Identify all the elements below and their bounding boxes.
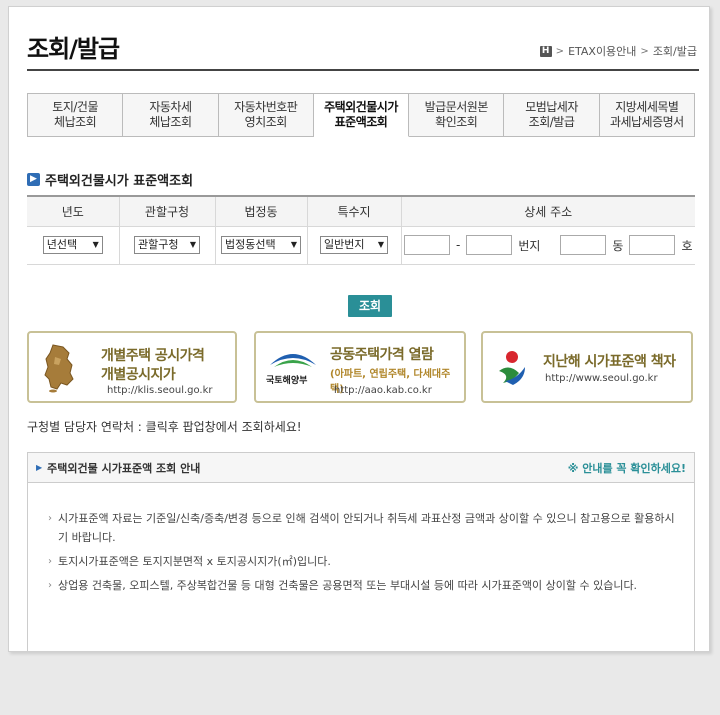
banner-apartment-price[interactable]: 국토해양부 공동주택가격 열람 (아파트, 연립주택, 다세대주택) http:… — [254, 331, 466, 403]
page-title: 조회/발급 — [27, 35, 120, 63]
bullet-icon: › — [48, 580, 52, 591]
chevron-down-icon: ▼ — [189, 240, 196, 249]
tab-land-building-arrears[interactable]: 토지/건물 체납조회 — [28, 93, 124, 137]
banner-2-url: http://aao.kab.co.kr — [334, 385, 432, 396]
chevron-right-icon: > — [555, 45, 565, 57]
chevron-down-icon: ▼ — [290, 240, 297, 249]
tab-model-taxpayer[interactable]: 모범납세자 조회/발급 — [504, 93, 600, 137]
banner-standard-value-book[interactable]: 지난해 시가표준액 책자 http://www.seoul.go.kr — [481, 331, 693, 403]
dash-label: - — [455, 238, 461, 252]
bullet-icon: › — [48, 556, 52, 567]
home-icon[interactable]: H — [539, 45, 552, 57]
search-button[interactable]: 조회 — [348, 295, 392, 317]
chevron-down-icon: ▼ — [92, 240, 99, 249]
info-header: ▶ 주택외건물 시가표준액 조회 안내 ※ 안내를 꼭 확인하세요! — [28, 453, 694, 483]
special-lot-select[interactable]: 일반번지 ▼ — [320, 236, 388, 254]
tab-building-standard-value[interactable]: 주택외건물시가 표준액조회 — [313, 93, 410, 137]
ministry-logo-icon — [270, 354, 316, 367]
info-list: › 시가표준액 자료는 기준일/신축/증축/변경 등으로 인해 검색이 안되거나 … — [28, 483, 694, 595]
breadcrumb-current: 조회/발급 — [652, 45, 697, 58]
tab-license-plate-seizure[interactable]: 자동차번호판 영치조회 — [218, 93, 314, 137]
info-box: ▶ 주택외건물 시가표준액 조회 안내 ※ 안내를 꼭 확인하세요! › 시가표준… — [27, 452, 695, 651]
district-select[interactable]: 관할구청 ▼ — [134, 236, 200, 254]
bunji-main-input[interactable] — [403, 235, 450, 255]
contact-link[interactable]: 구청별 담당자 연락처 : 클릭후 팝업창에서 조회하세요! — [27, 418, 302, 435]
dong-input[interactable] — [560, 235, 607, 255]
page-frame: 조회/발급 H > ETAX이용안내 > 조회/발급 토지/건물 체납조회 자동… — [8, 6, 710, 652]
info-title-text: 주택외건물 시가표준액 조회 안내 — [47, 461, 201, 475]
info-notice: ※ 안내를 꼭 확인하세요! — [567, 461, 686, 475]
breadcrumb-etax-guide[interactable]: ETAX이용안내 — [568, 43, 636, 59]
arrow-right-icon: ▶ — [27, 173, 40, 186]
korea-map-icon — [44, 344, 74, 393]
header-detail-address: 상세 주소 — [400, 196, 695, 227]
list-item: › 토지시가표준액은 토지지분면적 x 토지공시지가(㎡)입니다. — [48, 552, 676, 571]
banner-individual-housing-price[interactable]: 개별주택 공시가격 개별공시지가 http://klis.seoul.go.kr — [27, 331, 237, 403]
banner-3-url: http://www.seoul.go.kr — [545, 373, 658, 384]
tab-car-tax-arrears[interactable]: 자동차세 체납조회 — [123, 93, 219, 137]
cell-district: 관할구청 ▼ — [118, 225, 216, 265]
cell-year: 년선택 ▼ — [27, 225, 120, 265]
bunji-label: 번지 — [518, 238, 541, 253]
banner-1-title: 개별주택 공시가격 — [101, 348, 205, 364]
tab-document-verify[interactable]: 발급문서원본 확인조회 — [409, 93, 505, 137]
bunji-sub-input[interactable] — [466, 235, 513, 255]
dong-label: 동 — [612, 238, 624, 253]
seoul-logo-icon — [499, 351, 525, 385]
year-select[interactable]: 년선택 ▼ — [42, 236, 103, 254]
banner-2-title: 공동주택가격 열람 — [330, 347, 434, 363]
list-item: › 시가표준액 자료는 기준일/신축/증축/변경 등으로 인해 검색이 안되거나 … — [48, 509, 676, 547]
banner-1-url: http://klis.seoul.go.kr — [107, 385, 213, 396]
section-title-text: 주택외건물시가 표준액조회 — [45, 174, 194, 189]
cell-detail-address: - 번지 동 호 — [400, 225, 696, 265]
tab-bar: 토지/건물 체납조회 자동차세 체납조회 자동차번호판 영치조회 주택외건물시가… — [27, 93, 695, 137]
title-divider — [27, 69, 699, 71]
header-district: 관할구청 — [118, 196, 216, 227]
ministry-logo-text: 국토해양부 — [266, 376, 308, 386]
tab-tax-certificate[interactable]: 지방세세목별 과세납세증명서 — [599, 93, 695, 137]
header-legal-dong: 법정동 — [214, 196, 308, 227]
list-item: › 상업용 건축물, 오피스텔, 주상복합건물 등 대형 건축물은 공용면적 또는… — [48, 576, 676, 595]
chevron-down-icon: ▼ — [377, 240, 384, 249]
ho-label: 호 — [681, 238, 693, 253]
triangle-right-icon: ▶ — [36, 463, 43, 472]
header-year: 년도 — [27, 196, 120, 227]
section-title: ▶ 주택외건물시가 표준액조회 — [27, 170, 193, 189]
bullet-icon: › — [48, 513, 52, 524]
ho-input[interactable] — [629, 235, 676, 255]
chevron-right-icon: > — [640, 45, 649, 57]
breadcrumb: H > ETAX이용안내 > 조회/발급 — [539, 43, 697, 59]
header-special-lot: 특수지 — [306, 196, 402, 227]
banner-1-subtitle: 개별공시지가 — [101, 367, 176, 383]
banner-3-title: 지난해 시가표준액 책자 — [543, 354, 676, 370]
legal-dong-select[interactable]: 법정동선택 ▼ — [221, 236, 301, 254]
search-form-table: 년도 관할구청 법정동 특수지 상세 주소 년선택 ▼ 관할구청 ▼ 법정동선택 ▼ — [27, 195, 695, 265]
cell-legal-dong: 법정동선택 ▼ — [214, 225, 308, 265]
address-inputs: - 번지 동 호 — [402, 235, 696, 255]
info-title: ▶ 주택외건물 시가표준액 조회 안내 — [36, 460, 200, 476]
cell-special-lot: 일반번지 ▼ — [306, 225, 402, 265]
